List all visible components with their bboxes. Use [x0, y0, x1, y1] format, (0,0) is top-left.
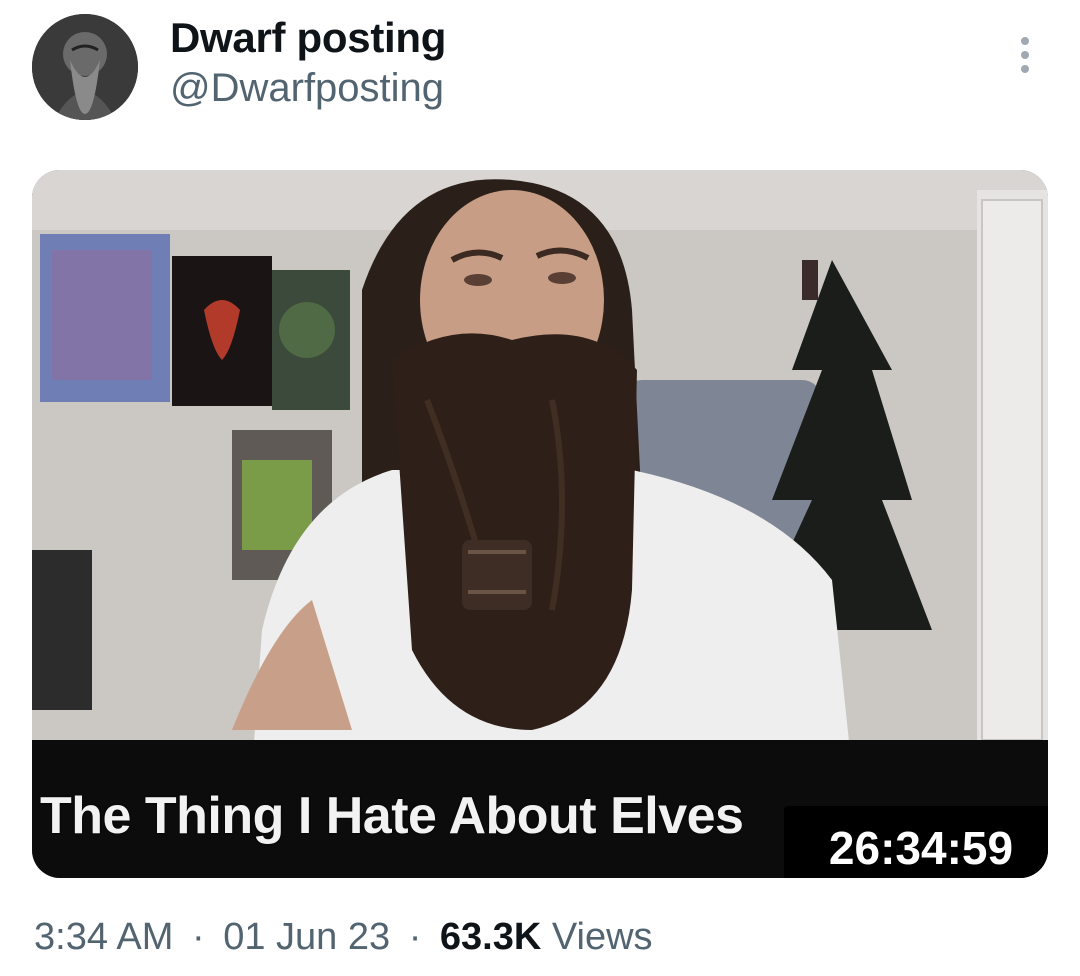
tweet-date[interactable]: 01 Jun 23 — [223, 916, 390, 958]
display-name[interactable]: Dwarf posting — [170, 14, 446, 62]
video-duration-badge: 26:34:59 — [784, 806, 1048, 878]
user-handle[interactable]: @Dwarfposting — [170, 66, 444, 111]
tweet-time[interactable]: 3:34 AM — [34, 916, 173, 958]
more-vertical-icon — [1021, 37, 1029, 73]
separator-dot: · — [191, 916, 205, 958]
avatar-image — [32, 14, 138, 120]
video-title: The Thing I Hate About Elves — [40, 787, 744, 845]
tweet-media[interactable]: 26:34:59 The Thing I Hate About Elves — [32, 170, 1048, 878]
tweet-metadata: 3:34 AM · 01 Jun 23 · 63.3K Views — [34, 916, 653, 959]
more-options-button[interactable] — [1000, 30, 1050, 80]
views-label: Views — [551, 916, 653, 958]
video-thumbnail — [32, 170, 1048, 878]
separator-dot: · — [408, 916, 422, 958]
views-count[interactable]: 63.3K — [440, 916, 541, 958]
avatar[interactable] — [32, 14, 138, 120]
tweet-header: Dwarf posting @Dwarfposting — [0, 0, 1080, 140]
